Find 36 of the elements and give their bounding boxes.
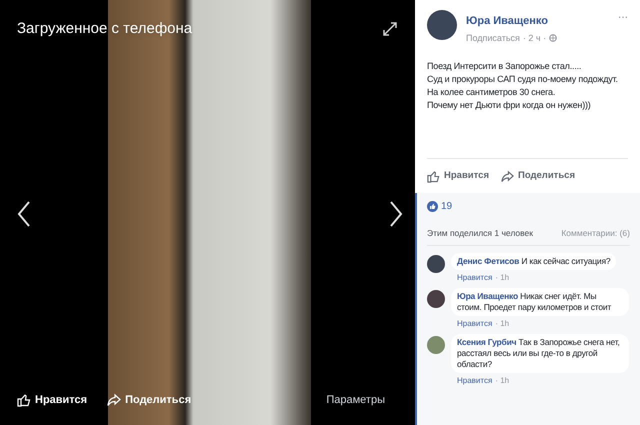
avatar [427, 255, 445, 273]
comment: Юра Иващенко Никак снег идёт. Мы стоим. Проедет пару километров и стоит [457, 291, 612, 313]
follow-link[interactable]: Подписаться [466, 32, 520, 45]
shares-link[interactable]: Этим поделился 1 человек [427, 227, 533, 240]
like-link[interactable]: Нравится [457, 319, 492, 329]
expand-icon[interactable] [383, 22, 397, 36]
post-text-line: Суд и прокуроры САП судя по-моему подождут. [427, 73, 619, 86]
comment: Ксения Гурбич Так в Запорожье снега нет, расстаял весь или вы где-то в другой области? [457, 337, 621, 370]
avatar [427, 290, 445, 308]
like-link[interactable]: Нравится [457, 376, 492, 386]
like-link[interactable]: Нравится [457, 273, 492, 283]
comment-time: · 1h [495, 273, 510, 283]
like-button[interactable]: Нравится [17, 392, 88, 408]
comment-time: · 1h [495, 376, 510, 386]
avatar [427, 10, 457, 40]
comments-count[interactable]: Комментарии: (6) [561, 227, 630, 240]
options-link[interactable]: Параметры [326, 392, 385, 408]
like-count[interactable]: 19 [441, 199, 452, 214]
share-button[interactable]: Поделиться [500, 169, 575, 184]
like-button[interactable]: Нравится [427, 169, 489, 184]
thumbs-up-icon [17, 392, 31, 407]
more-button[interactable]: ··· [618, 13, 628, 30]
globe-icon [549, 34, 558, 42]
thumbs-up-icon [427, 170, 440, 183]
comment-time: · 1h [495, 319, 510, 329]
share-button[interactable]: Поделиться [107, 392, 192, 408]
author-name[interactable]: Юра Иващенко [466, 13, 548, 30]
share-arrow-icon [500, 170, 514, 183]
post-text-line: Почему нет Дьюти фри когда он нужен))) [427, 99, 592, 112]
post-time: · 2 ч · [522, 32, 546, 44]
share-arrow-icon [107, 392, 122, 407]
comment: Денис Фетисов И как сейчас ситуация? [457, 256, 610, 267]
like-reaction-icon [427, 201, 438, 212]
post-text-line: На колее сантиметров 30 снега. [427, 86, 556, 99]
avatar [427, 336, 445, 354]
post-text-line: Поезд Интерсити в Запорожье стал..... [427, 60, 582, 73]
